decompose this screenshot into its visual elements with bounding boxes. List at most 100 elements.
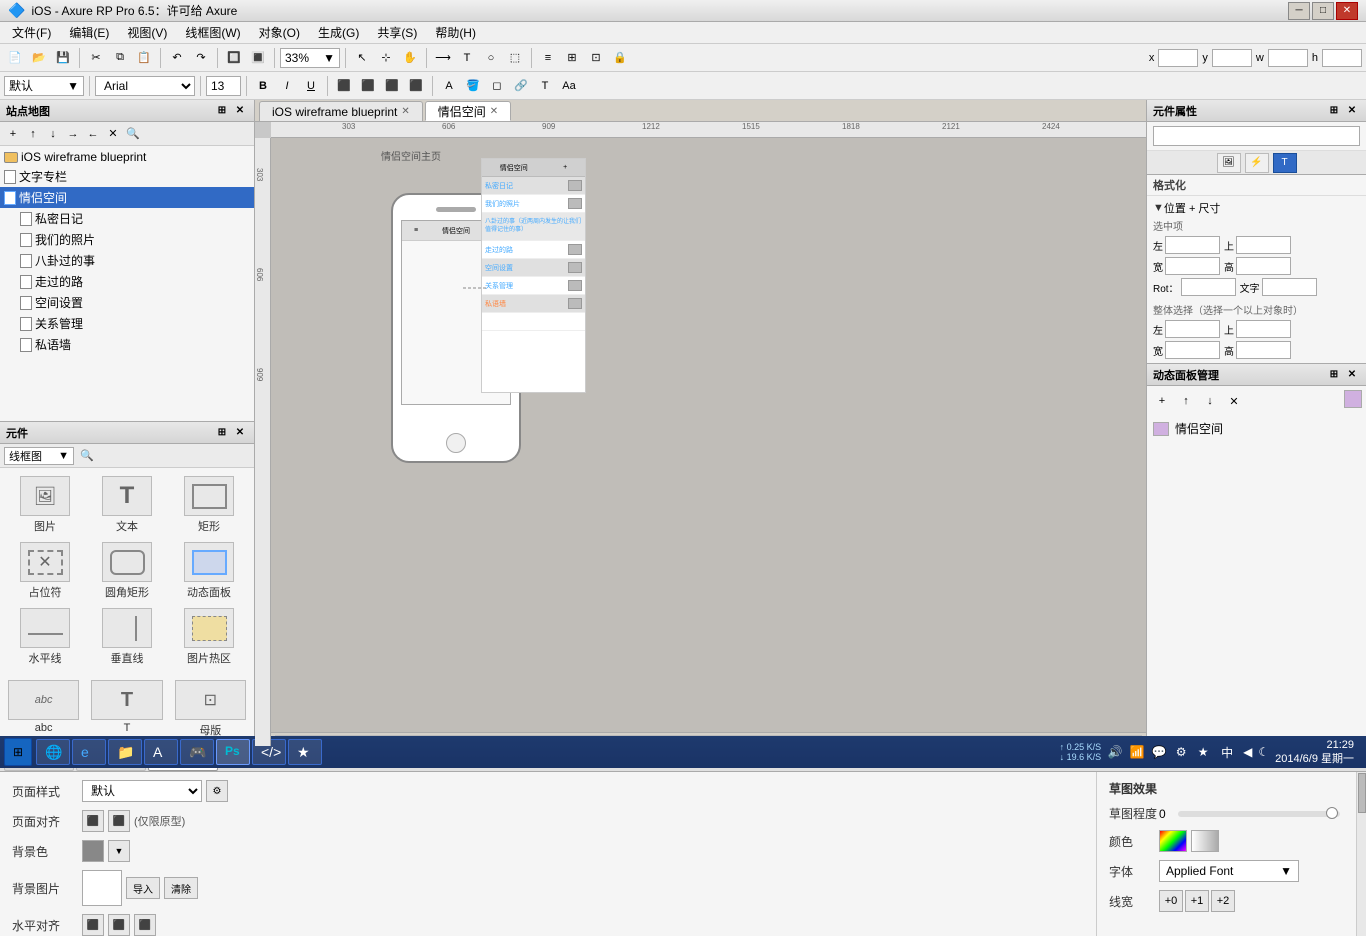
underline-button[interactable]: U [300,75,322,97]
taskbar-game[interactable]: 🎮 [180,739,214,765]
copy-button[interactable]: ⧉ [109,47,131,69]
new-button[interactable]: 📄 [4,47,26,69]
menu-file[interactable]: 文件(F) [4,22,59,43]
tray-network-icon[interactable]: 📶 [1129,744,1145,760]
sitemap-delete-btn[interactable]: ✕ [104,125,122,143]
tree-item-8[interactable]: 关系管理 [0,313,254,334]
line-step-2[interactable]: +2 [1211,890,1235,912]
menu-generate[interactable]: 生成(G) [310,22,367,43]
bg-color-swatch[interactable] [82,840,104,862]
widget-library-select[interactable]: 线框图 ▼ [4,447,74,465]
widget-rect[interactable]: 矩形 [170,474,248,536]
tray-settings-icon[interactable]: ⚙ [1173,744,1189,760]
tree-item-3[interactable]: 私密日记 [0,208,254,229]
dyn-item-0[interactable]: 情侣空间 [1147,416,1366,441]
widget-close-icon[interactable]: ✕ [232,425,248,441]
phone-home-button[interactable] [446,433,466,453]
menu-edit[interactable]: 编辑(E) [61,22,117,43]
menu-object[interactable]: 对象(O) [251,22,308,43]
format-tool[interactable]: ⬚ [504,47,526,69]
italic-button[interactable]: I [276,75,298,97]
widget-abc[interactable]: abc abc [6,678,81,740]
tray-star-icon[interactable]: ★ [1195,744,1211,760]
pan-tool[interactable]: ✋ [399,47,421,69]
prop-tab-format[interactable]: T [1273,153,1297,173]
text-case-btn[interactable]: Aa [558,75,580,97]
dyn-up-btn[interactable]: ↑ [1175,390,1197,412]
taskbar-photoshop[interactable]: Ps [216,739,250,765]
tree-item-9[interactable]: 私语墙 [0,334,254,355]
cut-button[interactable]: ✂ [85,47,107,69]
tree-item-2[interactable]: 情侣空间 [0,187,254,208]
misc-btn-1[interactable]: 🔲 [223,47,245,69]
h-align-right-btn[interactable]: ⬛ [134,914,156,936]
tree-item-0[interactable]: iOS wireframe blueprint [0,148,254,166]
dyn-down-btn[interactable]: ↓ [1199,390,1221,412]
align-center-btn[interactable]: ⬛ [108,810,130,832]
dyn-expand-icon[interactable]: ⊞ [1326,367,1342,383]
sitemap-expand-icon[interactable]: ⊞ [214,103,230,119]
bg-clear-btn[interactable]: 清除 [164,877,198,899]
text-tool[interactable]: T [456,47,478,69]
rotation-input[interactable] [1181,278,1236,296]
style-select[interactable]: 默认 ▼ [4,76,84,96]
start-button[interactable]: ⊞ [4,738,32,766]
taskbar-explorer[interactable]: 📁 [108,739,142,765]
taskbar-ie[interactable]: e [72,739,106,765]
tree-item-7[interactable]: 空间设置 [0,292,254,313]
line-step-0[interactable]: +0 [1159,890,1183,912]
dyn-add-btn[interactable]: + [1151,390,1173,412]
prop-expand-icon[interactable]: ⊞ [1326,103,1342,119]
tab-close-1[interactable]: ✕ [490,106,498,117]
widget-t2[interactable]: T T [89,678,164,740]
prop-tab-interaction[interactable]: ⚡ [1245,153,1269,173]
menu-help[interactable]: 帮助(H) [427,22,484,43]
paste-button[interactable]: 📋 [133,47,155,69]
lock-btn[interactable]: 🔒 [609,47,631,69]
menu-view[interactable]: 视图(V) [119,22,175,43]
taskbar-app8[interactable]: ★ [288,739,322,765]
bottom-scrollbar-thumb[interactable] [1358,773,1366,813]
tree-item-5[interactable]: 八卦过的事 [0,250,254,271]
prop-tab-img[interactable]: 🖼 [1217,153,1241,173]
prop-close-icon[interactable]: ✕ [1344,103,1360,119]
open-button[interactable]: 📂 [28,47,50,69]
bg-color-picker-btn[interactable]: ▼ [108,840,130,862]
widget-image[interactable]: 🖼 图片 [6,474,84,536]
maximize-button[interactable]: □ [1312,2,1334,20]
group-top-input[interactable] [1236,320,1291,338]
sitemap-settings-icon[interactable]: ✕ [232,103,248,119]
widget-text[interactable]: T 文本 [88,474,166,536]
line-step-1[interactable]: +1 [1185,890,1209,912]
width-input[interactable] [1165,257,1220,275]
connector-tool[interactable]: ⟶ [432,47,454,69]
sitemap-add-btn[interactable]: + [4,125,22,143]
widget-search-btn[interactable]: 🔍 [78,447,96,465]
align-btn[interactable]: ≡ [537,47,559,69]
color-btn[interactable]: A [438,75,460,97]
sitemap-outdent-btn[interactable]: ← [84,125,102,143]
page-style-select[interactable]: 默认 [82,780,202,802]
zoom-input[interactable]: 33% ▼ [280,48,340,68]
sitemap-search-btn[interactable]: 🔍 [124,125,142,143]
tray-speaker-icon[interactable]: 🔊 [1107,744,1123,760]
font-size-input[interactable] [206,76,241,96]
label-input[interactable] [1153,126,1360,146]
font-select[interactable]: Arial [95,76,195,96]
taskbar-axure[interactable]: A [144,739,178,765]
close-button[interactable]: ✕ [1336,2,1358,20]
tree-item-1[interactable]: 文字专栏 [0,166,254,187]
left-input[interactable] [1165,236,1220,254]
dyn-delete-btn[interactable]: ✕ [1223,390,1245,412]
minimize-button[interactable]: ─ [1288,2,1310,20]
align-center-btn[interactable]: ⬛ [357,75,379,97]
bg-import-btn[interactable]: 导入 [126,877,160,899]
font-style-btn[interactable]: T [534,75,556,97]
undo-button[interactable]: ↶ [166,47,188,69]
color-swatch-2[interactable] [1191,830,1219,852]
sitemap-up-btn[interactable]: ↑ [24,125,42,143]
text-input[interactable] [1262,278,1317,296]
align-right-btn[interactable]: ⬛ [381,75,403,97]
bold-button[interactable]: B [252,75,274,97]
widget-hotspot[interactable]: 图片热区 [170,606,248,668]
